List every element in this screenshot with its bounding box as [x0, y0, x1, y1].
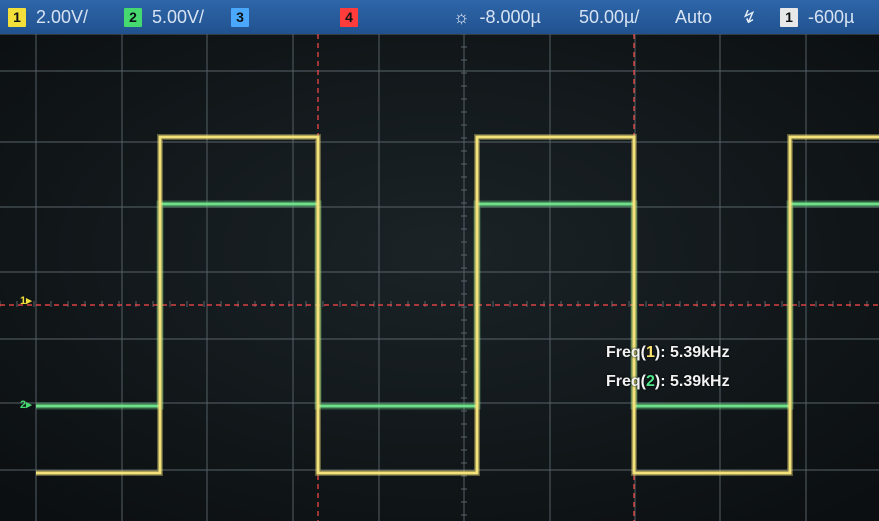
- ch1-ground-marker[interactable]: 1▸: [20, 294, 32, 307]
- freq2-prefix: Freq(: [606, 373, 646, 390]
- trigger-mode[interactable]: Auto: [675, 0, 712, 34]
- trigger-source-badge: 1: [780, 7, 798, 27]
- trigger-source-level[interactable]: 1 -600µ: [780, 0, 854, 34]
- freq-measurement-ch1: Freq(1): 5.39kHz: [606, 344, 730, 362]
- ch2-badge: 2: [124, 7, 142, 27]
- ch3-badge: 3: [231, 7, 249, 27]
- trigger-edge[interactable]: ↯: [740, 0, 755, 34]
- ch4-badge: 4: [340, 7, 358, 27]
- waveform-display[interactable]: [0, 34, 879, 521]
- trigger-edge-icon: ↯: [740, 6, 756, 27]
- ch4-indicator[interactable]: 4: [340, 0, 368, 34]
- time-scale-value: 50.00µ/: [579, 6, 640, 27]
- display-background: [0, 34, 879, 521]
- status-bar: 1 2.00V/ 2 5.00V/ 3 4 ☼ -8.000µ 50.00µ/ …: [0, 0, 879, 34]
- horizontal-position-icon: ☼: [453, 6, 470, 27]
- ch2-scale-value: 5.00V/: [152, 6, 205, 27]
- trigger-mode-value: Auto: [675, 6, 713, 27]
- ch1-marker-arrow-icon: ▸: [26, 295, 32, 307]
- ch1-scale-value: 2.00V/: [36, 6, 89, 27]
- time-position[interactable]: ☼ -8.000µ: [453, 0, 541, 34]
- ch1-scale[interactable]: 1 2.00V/: [8, 0, 88, 34]
- freq2-value: ): 5.39kHz: [654, 373, 730, 390]
- ch3-indicator[interactable]: 3: [231, 0, 259, 34]
- time-position-value: -8.000µ: [479, 6, 541, 27]
- ch2-scale[interactable]: 2 5.00V/: [124, 0, 204, 34]
- time-scale[interactable]: 50.00µ/: [579, 0, 639, 34]
- freq1-value: ): 5.39kHz: [654, 344, 730, 361]
- freq2-channel: 2: [646, 373, 655, 390]
- ch1-badge: 1: [8, 7, 26, 27]
- ch2-marker-arrow-icon: ▸: [26, 399, 32, 411]
- freq1-channel: 1: [646, 344, 655, 361]
- ch2-ground-marker[interactable]: 2▸: [20, 398, 32, 411]
- freq-measurement-ch2: Freq(2): 5.39kHz: [606, 373, 730, 391]
- freq1-prefix: Freq(: [606, 344, 646, 361]
- trigger-level-value: -600µ: [808, 6, 855, 27]
